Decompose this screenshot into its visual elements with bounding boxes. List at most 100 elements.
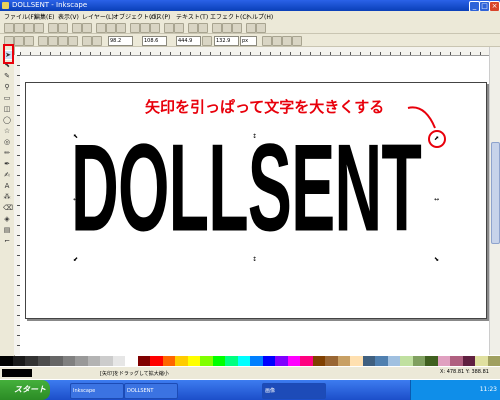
dropper-tool-icon[interactable]: ⌐ <box>3 237 11 245</box>
swatch[interactable] <box>300 356 313 366</box>
import-icon[interactable] <box>48 23 58 33</box>
open-icon[interactable] <box>14 23 24 33</box>
transform-gradient-icon[interactable] <box>282 36 292 46</box>
height-field[interactable]: 132.9 <box>214 36 239 46</box>
x-field[interactable]: 98.2 <box>108 36 133 46</box>
swatch[interactable] <box>450 356 463 366</box>
zoom-selection-icon[interactable] <box>130 23 140 33</box>
swatch[interactable] <box>375 356 388 366</box>
menu-help[interactable]: ヘルプ(H) <box>246 12 273 21</box>
lower-bottom-icon[interactable] <box>92 36 102 46</box>
swatch[interactable] <box>350 356 363 366</box>
swatch[interactable] <box>400 356 413 366</box>
menu-file[interactable]: ファイル(F) <box>4 12 36 21</box>
swatch[interactable] <box>250 356 263 366</box>
swatch[interactable] <box>137 356 150 366</box>
vertical-scrollbar[interactable] <box>489 47 500 355</box>
swatch[interactable] <box>212 356 225 366</box>
print-icon[interactable] <box>34 23 44 33</box>
swatch[interactable] <box>125 356 138 366</box>
transform-stroke-icon[interactable] <box>262 36 272 46</box>
eraser-tool-icon[interactable]: ⌫ <box>3 204 13 212</box>
fill-stroke-icon[interactable] <box>212 23 222 33</box>
swatch[interactable] <box>262 356 275 366</box>
swatch[interactable] <box>162 356 175 366</box>
menu-layer[interactable]: レイヤー(L) <box>82 12 114 21</box>
text-font-icon[interactable] <box>222 23 232 33</box>
xml-editor-icon[interactable] <box>232 23 242 33</box>
swatch[interactable] <box>462 356 475 366</box>
swatch[interactable] <box>12 356 25 366</box>
ellipse-tool-icon[interactable]: ◯ <box>3 116 11 124</box>
taskbar-item[interactable]: DOLLSENT <box>124 383 178 399</box>
menu-path[interactable]: パス(P) <box>150 12 170 21</box>
swatch[interactable] <box>75 356 88 366</box>
spray-tool-icon[interactable]: ⁂ <box>3 193 11 201</box>
swatch[interactable] <box>50 356 63 366</box>
swatch[interactable] <box>287 356 300 366</box>
swatch[interactable] <box>475 356 488 366</box>
save-icon[interactable] <box>24 23 34 33</box>
swatch[interactable] <box>237 356 250 366</box>
align-icon[interactable] <box>246 23 256 33</box>
rotate-ccw-icon[interactable] <box>38 36 48 46</box>
swatch[interactable] <box>412 356 425 366</box>
swatch[interactable] <box>187 356 200 366</box>
transform-corners-icon[interactable] <box>272 36 282 46</box>
swatch[interactable] <box>37 356 50 366</box>
swatch[interactable] <box>487 356 500 366</box>
tweak-tool-icon[interactable]: ✎ <box>3 72 11 80</box>
y-field[interactable]: 108.6 <box>142 36 167 46</box>
swatch[interactable] <box>175 356 188 366</box>
ungroup-icon[interactable] <box>198 23 208 33</box>
duplicate-icon[interactable] <box>164 23 174 33</box>
lock-ratio-icon[interactable] <box>202 36 212 46</box>
unit-select[interactable]: px <box>240 36 257 46</box>
raise-top-icon[interactable] <box>82 36 92 46</box>
menu-text[interactable]: テキスト(T) <box>176 12 208 21</box>
swatch[interactable] <box>62 356 75 366</box>
spiral-tool-icon[interactable]: ◎ <box>3 138 11 146</box>
swatch[interactable] <box>337 356 350 366</box>
zoom-tool-icon[interactable]: ⚲ <box>3 83 11 91</box>
drawing-canvas[interactable]: DOLLSENT ⬉ ↕ ↔ ↔ ⬋ ↕ ⬊ ⬈ 矢印を引っぱって文字を大きくす… <box>20 56 489 355</box>
text-tool-icon[interactable]: A <box>3 182 11 190</box>
menu-view[interactable]: 表示(V) <box>58 12 79 21</box>
cut-icon[interactable] <box>106 23 116 33</box>
swatch[interactable] <box>0 356 13 366</box>
box3d-tool-icon[interactable]: ◫ <box>3 105 11 113</box>
export-icon[interactable] <box>58 23 68 33</box>
transform-pattern-icon[interactable] <box>292 36 302 46</box>
calligraphy-tool-icon[interactable]: ✍ <box>3 171 11 179</box>
swatch[interactable] <box>87 356 100 366</box>
width-field[interactable]: 444.9 <box>176 36 201 46</box>
swatch[interactable] <box>425 356 438 366</box>
rotate-cw-icon[interactable] <box>48 36 58 46</box>
swatch[interactable] <box>275 356 288 366</box>
swatch[interactable] <box>325 356 338 366</box>
undo-icon[interactable] <box>72 23 82 33</box>
taskbar-item[interactable]: Inkscape <box>70 383 124 399</box>
rect-tool-icon[interactable]: ▭ <box>3 94 11 102</box>
swatch[interactable] <box>112 356 125 366</box>
swatch[interactable] <box>437 356 450 366</box>
menu-effect[interactable]: エフェクト(C) <box>210 12 249 21</box>
new-icon[interactable] <box>4 23 14 33</box>
swatch[interactable] <box>362 356 375 366</box>
star-tool-icon[interactable]: ☆ <box>3 127 11 135</box>
paste-icon[interactable] <box>116 23 126 33</box>
scrollbar-thumb[interactable] <box>491 142 500 244</box>
preferences-icon[interactable] <box>256 23 266 33</box>
copy-icon[interactable] <box>96 23 106 33</box>
fill-indicator[interactable] <box>2 369 32 377</box>
menu-edit[interactable]: 編集(E) <box>34 12 54 21</box>
taskbar-item[interactable]: 画像 <box>262 383 326 399</box>
deselect-icon[interactable] <box>24 36 34 46</box>
redo-icon[interactable] <box>82 23 92 33</box>
swatch[interactable] <box>200 356 213 366</box>
bucket-tool-icon[interactable]: ◈ <box>3 215 11 223</box>
start-button[interactable]: スタート <box>0 380 50 400</box>
flip-h-icon[interactable] <box>58 36 68 46</box>
flip-v-icon[interactable] <box>68 36 78 46</box>
clone-icon[interactable] <box>174 23 184 33</box>
